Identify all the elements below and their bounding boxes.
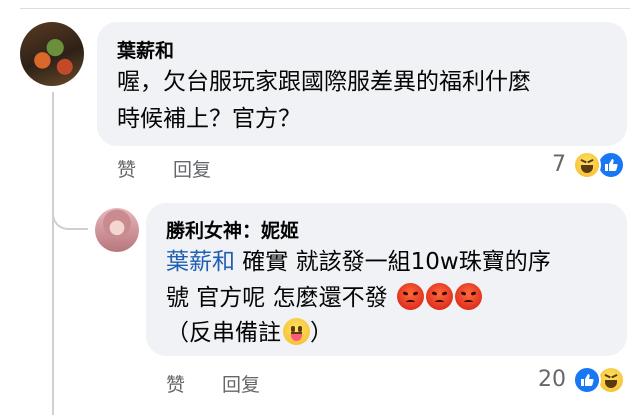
comment-text-part: 號 官方呢 怎麼還不發	[166, 285, 395, 311]
thread-line	[52, 92, 54, 415]
reaction-count[interactable]: 7	[552, 152, 566, 177]
angry-face-icon	[425, 283, 453, 310]
comment-text: （反串備註 ）	[166, 317, 333, 349]
comment-text-part: （反串備註	[166, 320, 281, 346]
haha-reaction-icon[interactable]	[597, 366, 625, 394]
haha-reaction-icon[interactable]	[573, 151, 601, 179]
reaction-count[interactable]: 20	[538, 367, 566, 392]
comment-text: 葉薪和 確實 就該發一組10w珠寶的序	[166, 246, 551, 278]
like-reaction-icon[interactable]	[573, 366, 601, 394]
comment-text-part: ）	[310, 320, 333, 346]
mention-link[interactable]: 葉薪和	[166, 249, 235, 275]
angry-face-icon	[396, 283, 424, 310]
like-reaction-icon[interactable]	[597, 151, 625, 179]
top-divider	[20, 8, 630, 9]
avatar[interactable]	[95, 208, 139, 252]
avatar[interactable]	[20, 22, 84, 86]
comment-text-rest: 確實 就該發一組10w珠寶的序	[235, 249, 551, 275]
comment-author[interactable]: 勝利女神：妮姬	[166, 216, 299, 243]
tongue-face-icon	[283, 318, 310, 345]
comment-author[interactable]: 葉薪和	[117, 36, 174, 63]
angry-face-icon	[454, 283, 482, 310]
reply-button[interactable]: 回复	[222, 370, 260, 397]
comment-text: 喔，欠台服玩家跟國際服差異的福利什麼	[117, 69, 531, 95]
thread-branch	[52, 198, 88, 230]
like-button[interactable]: 赞	[117, 155, 136, 182]
like-button[interactable]: 赞	[166, 370, 185, 397]
reply-button[interactable]: 回复	[173, 155, 211, 182]
comment-text: 號 官方呢 怎麼還不發	[166, 282, 482, 314]
comment-text: 時候補上？官方？	[117, 106, 301, 132]
